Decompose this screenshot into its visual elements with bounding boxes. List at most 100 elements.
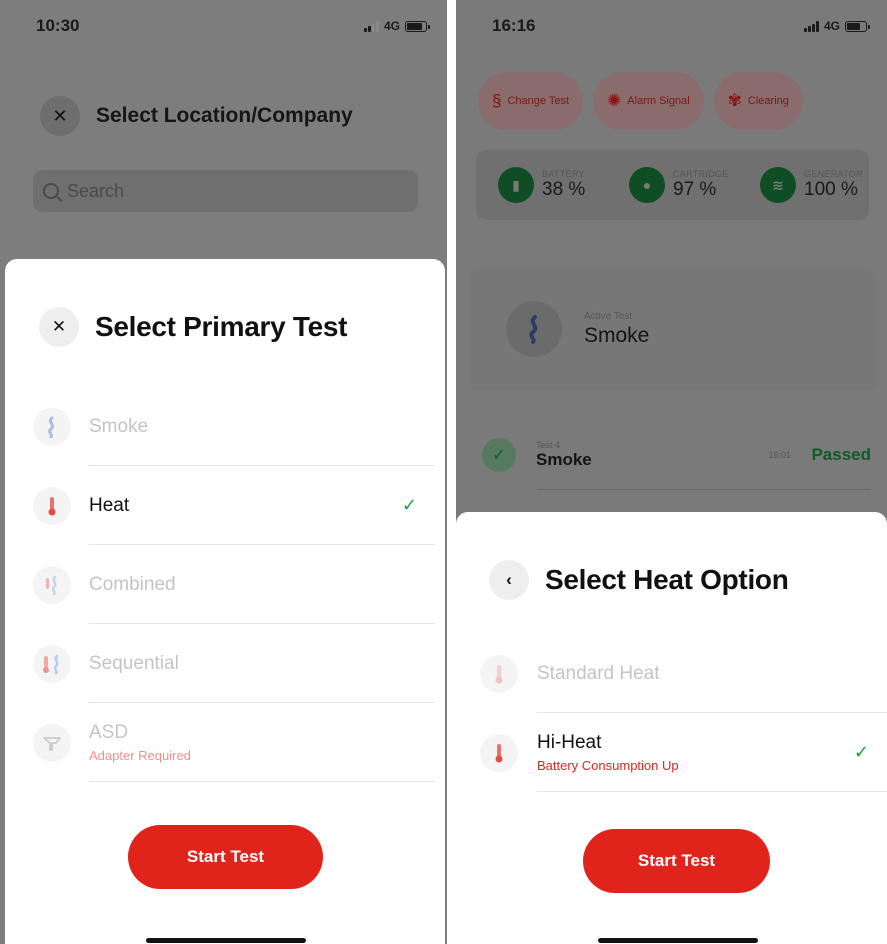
network-label: 4G xyxy=(823,19,840,33)
thermometer-icon xyxy=(480,654,518,693)
start-test-button[interactable]: Start Test xyxy=(128,825,323,889)
option-name: Smoke xyxy=(89,415,149,437)
option-text: Sequential xyxy=(89,653,179,675)
sheet-header: ✕ Select Primary Test xyxy=(39,307,347,347)
option-asd[interactable]: ASD Adapter Required xyxy=(5,703,445,782)
option-note: Adapter Required xyxy=(89,748,191,763)
checkmark-icon: ✓ xyxy=(853,742,869,762)
battery-stat: ▮ BATTERY 38 % xyxy=(476,150,607,220)
action-chips: § Change Test ✺ Alarm Signal ✾ Clearing xyxy=(478,72,803,130)
drop-icon: ● xyxy=(629,167,665,203)
status-time: 10:30 xyxy=(36,16,80,35)
right-phone-screen: 16:16 4G § Change Test ✺ Alarm Signal ✾ … xyxy=(456,0,887,944)
option-standard-heat[interactable]: Standard Heat xyxy=(456,634,887,713)
option-name: Sequential xyxy=(89,652,179,674)
screen-gap xyxy=(447,0,456,944)
chip-label: Alarm Signal xyxy=(627,95,690,107)
status-indicators: 4G xyxy=(363,19,430,33)
test-status: Passed xyxy=(811,445,871,464)
option-hi-heat[interactable]: Hi-Heat Battery Consumption Up ✓ xyxy=(456,713,887,792)
option-name: Combined xyxy=(89,573,176,595)
active-test-name: Smoke xyxy=(584,323,650,347)
option-text: Hi-Heat Battery Consumption Up xyxy=(537,732,679,773)
thermometer-icon xyxy=(480,733,518,772)
sequential-icon xyxy=(33,644,71,683)
option-smoke[interactable]: Smoke xyxy=(5,387,445,466)
thermometer-icon xyxy=(33,486,71,525)
chip-label: Clearing xyxy=(747,95,789,107)
cartridge-stat: ● CARTRIDGE 97 % xyxy=(607,150,738,220)
smoke-icon: § xyxy=(492,91,502,110)
smoke-icon xyxy=(33,407,71,446)
device-stats: ▮ BATTERY 38 % ● CARTRIDGE 97 % ≋ GENERA… xyxy=(476,150,869,220)
chip-label: Change Test xyxy=(507,95,570,107)
generator-stat: ≋ GENERATOR 100 % xyxy=(738,150,869,220)
option-note: Battery Consumption Up xyxy=(537,758,679,773)
heat-option-list: Standard Heat Hi-Heat Battery Consumptio… xyxy=(456,634,887,792)
option-name: Heat xyxy=(89,494,130,516)
option-text: Combined xyxy=(89,574,176,596)
test-time: 16:01 xyxy=(768,450,791,460)
clearing-chip[interactable]: ✾ Clearing xyxy=(713,72,803,130)
network-label: 4G xyxy=(383,19,400,33)
start-test-button[interactable]: Start Test xyxy=(583,829,770,893)
battery-icon: ▮ xyxy=(498,167,534,203)
status-bar: 16:16 4G xyxy=(492,14,870,38)
fan-icon: ✾ xyxy=(727,91,742,110)
location-title: Select Location/Company xyxy=(96,104,353,127)
change-test-chip[interactable]: § Change Test xyxy=(478,72,584,130)
status-bar: 10:30 4G xyxy=(36,14,430,38)
option-name: Hi-Heat xyxy=(537,732,602,753)
battery-icon xyxy=(845,20,870,32)
primary-test-sheet: ✕ Select Primary Test Smoke Heat ✓ Combi… xyxy=(5,259,445,944)
combined-icon xyxy=(33,565,71,604)
option-name: Standard Heat xyxy=(537,662,660,684)
signal-icon xyxy=(363,20,379,32)
option-name: ASD xyxy=(89,722,129,743)
option-text: ASD Adapter Required xyxy=(89,722,191,763)
divider xyxy=(89,781,435,782)
option-combined[interactable]: Combined xyxy=(5,545,445,624)
test-number: Test 4 xyxy=(536,440,561,450)
close-icon[interactable]: ✕ xyxy=(39,307,79,347)
option-text: Heat xyxy=(89,495,129,517)
close-icon[interactable]: ✕ xyxy=(40,96,80,136)
signal-icon xyxy=(803,20,819,32)
stat-label: BATTERY xyxy=(542,169,585,179)
checkmark-icon: ✓ xyxy=(482,438,516,472)
location-header: ✕ Select Location/Company xyxy=(40,96,353,136)
test-name: Smoke xyxy=(536,450,592,469)
status-indicators: 4G xyxy=(803,19,870,33)
sheet-title: Select Heat Option xyxy=(545,564,789,595)
option-text: Standard Heat xyxy=(537,663,660,685)
smoke-icon xyxy=(506,301,562,357)
stat-label: CARTRIDGE xyxy=(673,169,729,179)
stat-value: 100 % xyxy=(804,179,858,200)
home-indicator xyxy=(146,938,306,943)
search-icon xyxy=(43,183,59,199)
test-info: Test 4 Smoke xyxy=(536,440,592,470)
alarm-signal-chip[interactable]: ✺ Alarm Signal xyxy=(593,72,704,130)
sun-icon: ✺ xyxy=(607,91,622,110)
checkmark-icon: ✓ xyxy=(401,495,417,515)
stat-value: 97 % xyxy=(673,179,717,200)
heat-option-sheet: ‹ Select Heat Option Standard Heat Hi-He… xyxy=(456,512,887,944)
home-indicator xyxy=(598,938,758,943)
active-test-label: Active Test xyxy=(584,310,633,322)
divider xyxy=(537,489,871,490)
test-option-list: Smoke Heat ✓ Combined Sequential ASD Ada… xyxy=(5,387,445,782)
option-sequential[interactable]: Sequential xyxy=(5,624,445,703)
sheet-header: ‹ Select Heat Option xyxy=(489,560,789,600)
option-heat[interactable]: Heat ✓ xyxy=(5,466,445,545)
divider xyxy=(537,791,887,792)
search-placeholder: Search xyxy=(67,180,125,201)
search-input[interactable]: Search xyxy=(33,170,418,212)
stat-value: 38 % xyxy=(542,179,586,200)
back-chevron-icon[interactable]: ‹ xyxy=(489,560,529,600)
test-history-row[interactable]: ✓ Test 4 Smoke 16:01 Passed xyxy=(482,420,871,490)
option-text: Smoke xyxy=(89,416,148,438)
left-phone-screen: 10:30 4G ✕ Select Location/Company Searc… xyxy=(0,0,447,944)
active-test-card[interactable]: Active Test Smoke xyxy=(470,268,876,390)
status-time: 16:16 xyxy=(492,16,536,35)
stat-label: GENERATOR xyxy=(804,169,863,179)
